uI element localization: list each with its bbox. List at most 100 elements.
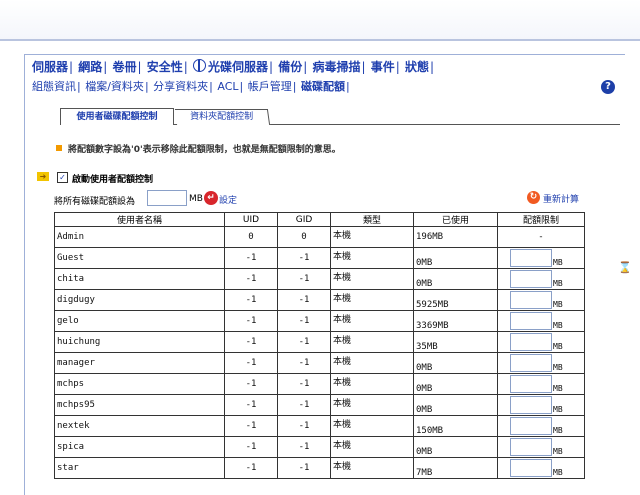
submenu-disk-quota[interactable]: 磁碟配額	[301, 80, 345, 93]
cell-gid: 0	[277, 226, 331, 248]
cell-used: 196MB	[413, 226, 498, 248]
submenu-shared-folders[interactable]: 分享資料夾	[153, 80, 208, 93]
recalculate-icon[interactable]: ↻	[527, 191, 540, 204]
cell-type: 本機	[330, 310, 414, 332]
quota-input[interactable]	[510, 249, 552, 267]
set-all-quota-input[interactable]	[147, 190, 187, 206]
menu-volume[interactable]: 卷冊	[113, 60, 137, 74]
set-all-unit: MB	[189, 194, 203, 204]
help-icon[interactable]: ?	[601, 80, 615, 94]
cell-uid: -1	[224, 415, 278, 437]
cell-username: chita	[54, 268, 225, 290]
cell-uid: -1	[224, 394, 278, 416]
quota-input[interactable]	[510, 291, 552, 309]
quota-unit: MB	[553, 363, 563, 372]
quota-tip-text: 將配額數字設為'0'表示移除此配額限制，也就是無配額限制的意思。	[68, 145, 341, 155]
header-quota-limit: 配額限制	[497, 212, 585, 227]
cell-quota-limit: MB	[497, 352, 585, 374]
cell-quota-limit: MB	[497, 247, 585, 269]
tab-user-quota[interactable]: 使用者磁碟配額控制	[60, 108, 174, 125]
cell-gid: -1	[277, 331, 331, 353]
header-gid: GID	[277, 212, 331, 227]
recalculate-button[interactable]: 重新計算	[543, 192, 579, 205]
cell-gid: -1	[277, 436, 331, 458]
quota-input[interactable]	[510, 396, 552, 414]
cell-username: mchps	[54, 373, 225, 395]
menu-security[interactable]: 安全性	[147, 60, 183, 74]
table-row: gelo -1 -1 本機 3369MB MB	[54, 310, 585, 332]
table-row: mchps -1 -1 本機 0MB MB	[54, 373, 585, 395]
cell-username: digdugy	[54, 289, 225, 311]
cell-username: manager	[54, 352, 225, 374]
cell-username: huichung	[54, 331, 225, 353]
menu-virus-scan[interactable]: 病毒掃描	[313, 60, 361, 74]
cell-type: 本機	[330, 331, 414, 353]
set-button-label[interactable]: 設定	[219, 193, 237, 206]
menu-separator: |	[103, 60, 108, 74]
quota-input[interactable]	[510, 375, 552, 393]
table-row: star -1 -1 本機 7MB MB	[54, 457, 585, 479]
cd-server-icon	[193, 59, 206, 72]
tab-folder-quota[interactable]: 資料夾配額控制	[174, 109, 271, 125]
menu-events[interactable]: 事件	[371, 60, 395, 74]
cell-uid: -1	[224, 247, 278, 269]
cell-username: mchps95	[54, 394, 225, 416]
cell-uid: -1	[224, 436, 278, 458]
main-menu: 伺服器| 網路| 卷冊| 安全性| 光碟伺服器| 備份| 病毒掃描| 事件| 狀…	[32, 58, 435, 74]
cell-used: 5925MB	[413, 289, 498, 311]
enable-quota-checkbox[interactable]: ✓	[57, 172, 68, 183]
submenu-account-management[interactable]: 帳戶管理	[248, 80, 292, 93]
quota-input[interactable]	[510, 312, 552, 330]
submenu-files-folders[interactable]: 檔案/資料夾	[85, 80, 144, 93]
menu-server[interactable]: 伺服器	[32, 60, 68, 74]
quota-unit: MB	[553, 300, 563, 309]
quota-input[interactable]	[510, 333, 552, 351]
cell-type: 本機	[330, 289, 414, 311]
cell-gid: -1	[277, 247, 331, 269]
cell-gid: -1	[277, 310, 331, 332]
cell-used: 0MB	[413, 373, 498, 395]
cell-uid: -1	[224, 268, 278, 290]
menu-separator: |	[144, 80, 149, 93]
header-uid: UID	[224, 212, 278, 227]
quota-unit: MB	[553, 342, 563, 351]
cell-uid: -1	[224, 457, 278, 479]
set-button-icon[interactable]: ↵	[204, 191, 218, 205]
submenu-config-info[interactable]: 組態資訊	[32, 80, 76, 93]
cell-type: 本機	[330, 352, 414, 374]
table-row: mchps95 -1 -1 本機 0MB MB	[54, 394, 585, 416]
cell-used: 7MB	[413, 457, 498, 479]
arrow-right-icon: ➜	[37, 172, 49, 181]
menu-separator: |	[209, 80, 213, 93]
cell-uid: -1	[224, 310, 278, 332]
quota-input[interactable]	[510, 270, 552, 288]
quota-input[interactable]	[510, 354, 552, 372]
quota-unit: MB	[553, 426, 563, 435]
cell-quota-limit: MB	[497, 394, 585, 416]
top-divider	[0, 39, 640, 41]
table-header-row: 使用者名稱 UID GID 類型 已使用 配額限制	[54, 212, 585, 227]
cell-quota-limit: MB	[497, 268, 585, 290]
cell-username: spica	[54, 436, 225, 458]
table-row: nextek -1 -1 本機 150MB MB	[54, 415, 585, 437]
menu-backup[interactable]: 備份	[278, 60, 302, 74]
cell-username: Guest	[54, 247, 225, 269]
menu-separator: |	[292, 80, 297, 93]
submenu-acl[interactable]: ACL	[217, 80, 238, 93]
cell-used: 0MB	[413, 352, 498, 374]
menu-status[interactable]: 狀態	[405, 60, 429, 74]
cell-used: 35MB	[413, 331, 498, 353]
menu-separator: |	[361, 60, 366, 74]
cell-username: nextek	[54, 415, 225, 437]
quota-tip: 將配額數字設為'0'表示移除此配額限制，也就是無配額限制的意思。	[56, 142, 341, 155]
quota-input[interactable]	[510, 417, 552, 435]
quota-unit: MB	[553, 258, 563, 267]
menu-cd-server[interactable]: 光碟伺服器	[208, 60, 268, 74]
quota-input[interactable]	[510, 459, 552, 477]
menu-separator: |	[430, 60, 435, 74]
menu-network[interactable]: 網路	[78, 60, 102, 74]
cell-type: 本機	[330, 394, 414, 416]
cell-quota-limit: -	[497, 226, 585, 248]
cell-gid: -1	[277, 289, 331, 311]
quota-input[interactable]	[510, 438, 552, 456]
